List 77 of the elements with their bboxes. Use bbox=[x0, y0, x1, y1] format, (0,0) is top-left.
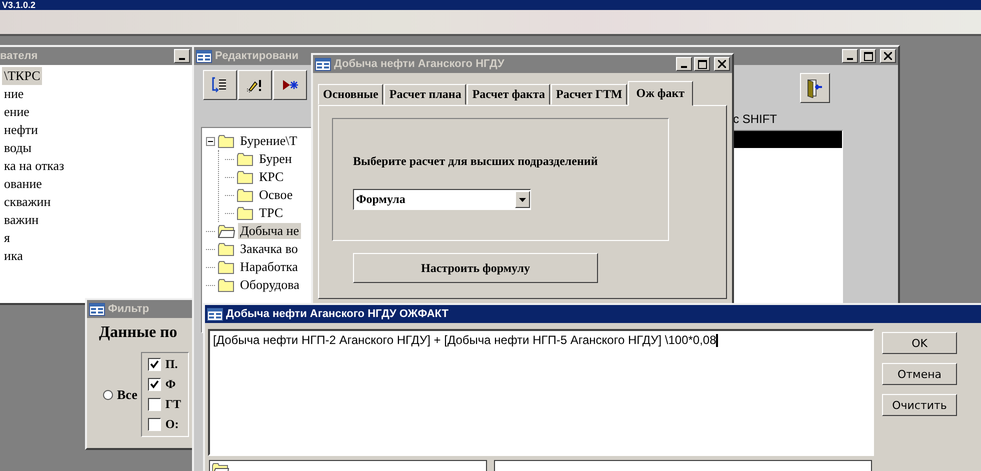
all-radio[interactable]: Все bbox=[99, 386, 138, 402]
tree-item[interactable]: Освое bbox=[257, 187, 295, 203]
tree-item[interactable]: Бурен bbox=[257, 151, 294, 167]
app-title: V3.1.0.2 bbox=[2, 0, 36, 10]
checkbox-label: Ф bbox=[165, 377, 176, 392]
folder-icon bbox=[218, 242, 235, 256]
list-item[interactable]: скважин bbox=[2, 193, 53, 211]
pencil-icon[interactable] bbox=[238, 70, 272, 100]
folder-icon bbox=[218, 260, 235, 274]
window-title: Фильтр bbox=[108, 303, 150, 315]
calc-dropdown[interactable]: Формула bbox=[353, 189, 531, 210]
list-item[interactable]: \ТКРС bbox=[2, 67, 42, 85]
checkbox-label: П. bbox=[165, 357, 178, 372]
tab[interactable]: Расчет факта bbox=[467, 84, 550, 105]
checkbox-label: ГТ bbox=[165, 397, 182, 412]
folder-icon bbox=[237, 188, 254, 202]
tree-item[interactable]: Оборудова bbox=[238, 277, 302, 293]
folder-icon bbox=[218, 134, 235, 148]
list-item[interactable]: важин bbox=[2, 211, 41, 229]
exit-door-icon[interactable] bbox=[800, 73, 830, 103]
tree-item[interactable]: Наработка bbox=[238, 259, 300, 275]
tab[interactable]: Основные bbox=[318, 84, 384, 105]
list-item[interactable]: ика bbox=[2, 247, 25, 265]
window-title: Добыча нефти Аганского НГДУ bbox=[334, 58, 504, 70]
list-item[interactable]: ование bbox=[2, 175, 44, 193]
close-icon bbox=[718, 60, 726, 68]
prompt-text: Выберите расчет для высших подразделений bbox=[353, 154, 599, 169]
list-import-icon[interactable] bbox=[203, 70, 237, 100]
list-item[interactable]: ние bbox=[2, 85, 26, 103]
window-icon bbox=[207, 308, 223, 320]
window-title: Редактировани bbox=[215, 50, 299, 62]
list-item[interactable]: воды bbox=[2, 139, 34, 157]
maximize-button[interactable] bbox=[694, 57, 710, 71]
maximize-icon bbox=[698, 60, 706, 68]
folder-icon bbox=[237, 152, 254, 166]
close-icon bbox=[884, 52, 892, 60]
tree-item[interactable]: Добыча не bbox=[238, 223, 302, 239]
window-icon bbox=[196, 50, 212, 62]
dialog-button[interactable]: Отмена bbox=[882, 363, 957, 385]
checkbox[interactable] bbox=[148, 398, 162, 411]
tree-item[interactable]: ТРС bbox=[257, 205, 286, 221]
minimize-button[interactable] bbox=[842, 49, 858, 63]
close-button[interactable] bbox=[880, 49, 896, 63]
checkbox[interactable] bbox=[148, 378, 162, 391]
folder-icon bbox=[237, 206, 254, 220]
formula-field[interactable]: [Добыча нефти НГП-2 Аганского НГДУ] + [Добыча нефти НГП-5 Аганского НГДУ] \100*0,08 bbox=[208, 329, 874, 456]
configure-formula-button[interactable]: Настроить формулу bbox=[353, 253, 598, 283]
tree-item[interactable]: КРС bbox=[257, 169, 286, 185]
collapse-icon[interactable] bbox=[206, 136, 215, 146]
tree-item[interactable]: Закачка во bbox=[238, 241, 300, 257]
window-icon bbox=[89, 302, 105, 316]
list-item[interactable]: ение bbox=[2, 103, 32, 121]
checkbox[interactable] bbox=[148, 358, 162, 371]
open-folder-icon bbox=[218, 224, 235, 238]
folder-icon bbox=[237, 170, 254, 184]
minimize-button[interactable] bbox=[676, 57, 692, 71]
dropdown-arrow-icon bbox=[519, 198, 526, 202]
close-button[interactable] bbox=[714, 57, 730, 71]
checkbox[interactable] bbox=[148, 418, 162, 431]
folder-icon bbox=[218, 278, 235, 292]
checkbox-label: О: bbox=[165, 417, 179, 432]
tab[interactable]: Расчет плана bbox=[384, 84, 466, 105]
dialog-button[interactable]: OK bbox=[882, 332, 957, 354]
window-title: вателя bbox=[0, 50, 38, 62]
maximize-button[interactable] bbox=[860, 49, 876, 63]
window-title: Добыча нефти Аганского НГДУ ОЖФАКТ bbox=[226, 308, 448, 320]
tab[interactable]: Ож факт bbox=[628, 81, 693, 106]
list-item[interactable]: ка на отказ bbox=[2, 157, 66, 175]
tab[interactable]: Расчет ГТМ bbox=[551, 84, 628, 105]
filter-heading: Данные по bbox=[99, 324, 178, 342]
dialog-button[interactable]: Очистить bbox=[882, 394, 957, 416]
window-icon bbox=[315, 58, 331, 70]
list-item[interactable]: нефти bbox=[2, 121, 40, 139]
tree-item[interactable]: Бурение\Т bbox=[238, 133, 300, 149]
list-item[interactable]: я bbox=[2, 229, 12, 247]
maximize-icon bbox=[864, 52, 872, 60]
minimize-button[interactable] bbox=[174, 49, 190, 63]
